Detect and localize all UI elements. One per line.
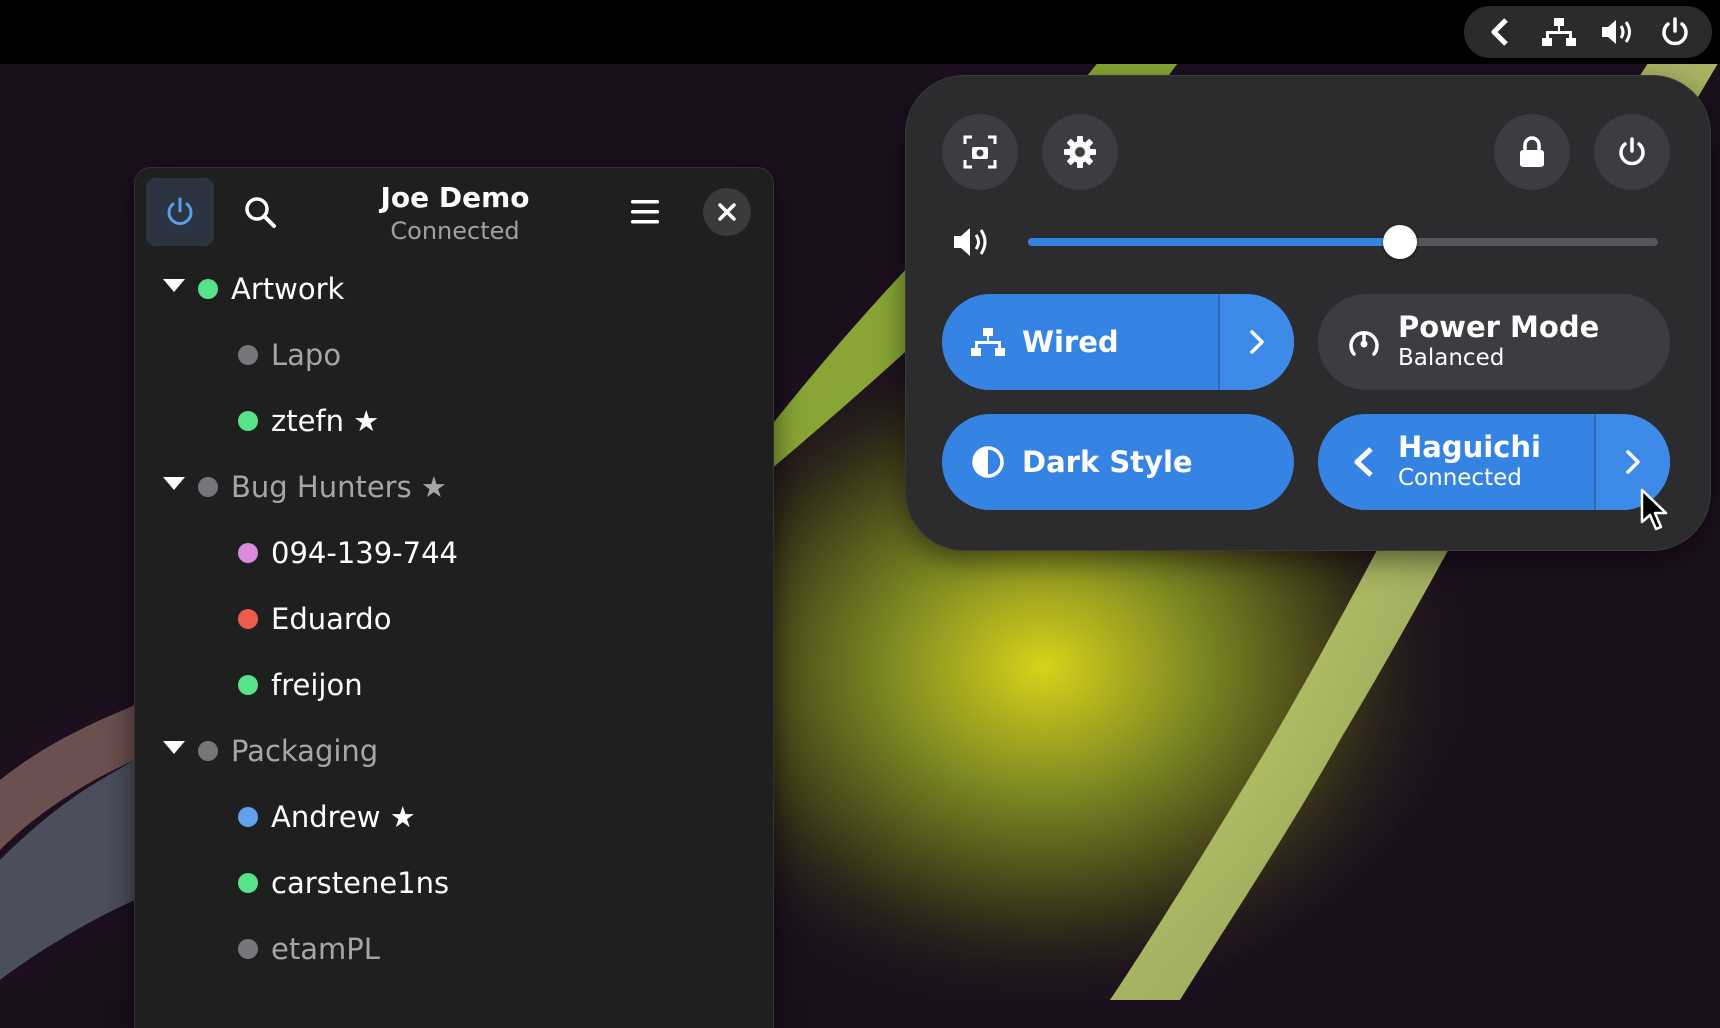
network-group-row[interactable]: Packaging	[135, 718, 773, 784]
wired-menu-button[interactable]	[1218, 294, 1294, 390]
window-title: Joe Demo	[380, 181, 530, 214]
member-name: ztefn ★	[271, 404, 380, 438]
volume-slider[interactable]	[1028, 225, 1658, 259]
member-row[interactable]: Andrew ★	[135, 784, 773, 850]
member-row[interactable]: etamPL	[135, 916, 773, 982]
volume-slider-handle[interactable]	[1382, 225, 1417, 259]
haguichi-title: Haguichi	[1398, 430, 1541, 464]
power-mode-tile[interactable]: Power Mode Balanced	[1318, 294, 1670, 390]
wired-toggle-tile[interactable]: Wired	[942, 294, 1294, 390]
group-name: Packaging	[231, 734, 379, 768]
haguichi-toggle-tile[interactable]: Haguichi Connected	[1318, 414, 1670, 510]
power-icon[interactable]	[1653, 10, 1697, 54]
volume-icon[interactable]	[1595, 10, 1639, 54]
dark-style-toggle-tile[interactable]: Dark Style	[942, 414, 1294, 510]
haguichi-subtitle: Connected	[1398, 465, 1522, 491]
expander-arrow-icon[interactable]	[163, 741, 185, 754]
status-dot	[238, 345, 258, 365]
lock-screen-button[interactable]	[1494, 114, 1570, 190]
mouse-pointer-icon	[1640, 488, 1668, 531]
power-profile-icon	[1344, 322, 1384, 362]
member-name: Eduardo	[271, 602, 392, 636]
expander-arrow-icon[interactable]	[163, 279, 185, 292]
gear-icon	[1064, 136, 1096, 168]
group-name: Bug Hunters ★	[231, 470, 447, 504]
main-menu-button[interactable]	[611, 178, 679, 246]
top-bar	[0, 0, 1720, 64]
network-member-list: Artwork Lapo ztefn ★ Bug Hunters ★ 094-1…	[135, 256, 773, 982]
screenshot-button[interactable]	[942, 114, 1018, 190]
status-dot	[238, 675, 258, 695]
network-group-row[interactable]: Artwork	[135, 256, 773, 322]
status-dot	[198, 741, 218, 761]
hamburger-menu-icon	[631, 200, 659, 224]
search-button[interactable]	[226, 178, 294, 246]
group-name: Artwork	[231, 272, 345, 306]
member-name: 094-139-744	[271, 536, 458, 570]
member-row[interactable]: 094-139-744	[135, 520, 773, 586]
volume-icon	[954, 228, 987, 256]
member-name: etamPL	[271, 932, 380, 966]
lock-icon	[1520, 136, 1544, 167]
member-name: freijon	[271, 668, 363, 702]
settings-button[interactable]	[1042, 114, 1118, 190]
contacts-window: Joe Demo Connected Artwork Lapo ztefn ★ …	[135, 168, 773, 1028]
member-name: Lapo	[271, 338, 342, 372]
status-dot	[238, 543, 258, 563]
status-dot	[238, 411, 258, 431]
chevron-right-icon	[1250, 330, 1264, 354]
system-tray[interactable]	[1464, 6, 1712, 58]
haguichi-icon	[1344, 442, 1384, 482]
volume-slider-fill	[1028, 238, 1400, 246]
member-name: carstene1ns	[271, 866, 450, 900]
power-mode-subtitle: Balanced	[1398, 345, 1505, 371]
status-dot	[238, 609, 258, 629]
dark-style-label: Dark Style	[1022, 445, 1193, 479]
member-name: Andrew ★	[271, 800, 416, 834]
member-row[interactable]: carstene1ns	[135, 850, 773, 916]
power-off-button[interactable]	[1594, 114, 1670, 190]
member-row[interactable]: Eduardo	[135, 586, 773, 652]
status-dot	[238, 807, 258, 827]
chevron-right-icon	[1626, 450, 1640, 474]
power-mode-title: Power Mode	[1398, 310, 1600, 344]
window-subtitle: Connected	[390, 217, 520, 245]
expander-arrow-icon[interactable]	[163, 477, 185, 490]
dark-style-icon	[968, 442, 1008, 482]
status-dot	[198, 477, 218, 497]
search-icon	[245, 197, 276, 228]
status-dot	[238, 939, 258, 959]
quick-settings-panel: Wired Power Mode Balanced Dark Style Hag…	[906, 76, 1710, 550]
member-row[interactable]: ztefn ★	[135, 388, 773, 454]
wired-tile-label: Wired	[1022, 325, 1119, 359]
screenshot-icon	[963, 135, 997, 169]
network-wired-icon	[968, 322, 1008, 362]
connection-toggle-button[interactable]	[146, 178, 214, 246]
close-icon	[718, 203, 736, 221]
power-icon	[1619, 137, 1645, 166]
close-button[interactable]	[703, 188, 751, 236]
network-wired-icon[interactable]	[1537, 10, 1581, 54]
power-icon	[167, 197, 193, 225]
network-group-row[interactable]: Bug Hunters ★	[135, 454, 773, 520]
member-row[interactable]: Lapo	[135, 322, 773, 388]
status-dot	[238, 873, 258, 893]
status-dot	[198, 279, 218, 299]
member-row[interactable]: freijon	[135, 652, 773, 718]
chevron-left-icon[interactable]	[1479, 10, 1523, 54]
